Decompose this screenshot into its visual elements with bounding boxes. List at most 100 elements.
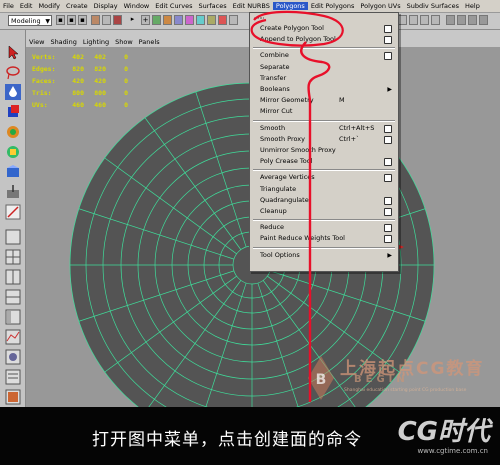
polygons-menu: Create Polygon Tool Append to Polygon Too… (249, 12, 399, 272)
menu-separator (253, 119, 395, 122)
scale-tool-icon[interactable] (5, 144, 21, 160)
render-settings-icon[interactable] (468, 15, 477, 25)
menu-surfaces[interactable]: Surfaces (195, 2, 229, 10)
menu-create[interactable]: Create (63, 2, 91, 10)
menu-item-unmirror-smooth-proxy[interactable]: Unmirror Smooth Proxy (250, 145, 398, 156)
menu-edit-curves[interactable]: Edit Curves (152, 2, 195, 10)
four-pane-layout-icon[interactable] (5, 249, 21, 265)
hypershade-layout-icon[interactable] (5, 349, 21, 365)
deform-mask-icon[interactable] (196, 15, 205, 25)
menu-window[interactable]: Window (121, 2, 153, 10)
stacked-layout-icon[interactable] (5, 289, 21, 305)
viewport-menu-show[interactable]: Show (112, 38, 136, 46)
select-arrow-icon[interactable] (5, 44, 21, 60)
show-hide-channel-icon[interactable] (479, 15, 488, 25)
menu-item-smooth[interactable]: Smooth Ctrl+Alt+S (250, 123, 398, 134)
menu-item-paint-reduce-weights-tool[interactable]: Paint Reduce Weights Tool (250, 233, 398, 244)
option-box-icon[interactable] (384, 36, 392, 45)
move-tool-icon[interactable] (5, 104, 21, 120)
menu-item-transfer[interactable]: Transfer (250, 73, 398, 84)
submenu-arrow-icon: ▶ (387, 251, 392, 259)
menu-item-mirror-cut[interactable]: Mirror Cut (250, 106, 398, 117)
menu-item-triangulate[interactable]: Triangulate (250, 184, 398, 195)
menu-item-smooth-proxy[interactable]: Smooth Proxy Ctrl+` (250, 134, 398, 145)
menu-item-quadrangulate[interactable]: Quadrangulate (250, 195, 398, 206)
paint-select-icon[interactable] (5, 84, 21, 100)
viewport-menu-view[interactable]: View (26, 38, 47, 46)
menu-item-poly-crease-tool[interactable]: Poly Crease Tool (250, 156, 398, 167)
menu-edit-polygons[interactable]: Edit Polygons (308, 2, 358, 10)
lasso-icon[interactable] (5, 64, 21, 80)
misc-mask-icon[interactable] (229, 15, 238, 25)
single-pane-layout-icon[interactable] (5, 229, 21, 245)
option-box-icon[interactable] (384, 135, 392, 144)
menu-subdiv-surfaces[interactable]: Subdiv Surfaces (404, 2, 462, 10)
snap-curve-icon[interactable] (409, 15, 418, 25)
select-object-icon[interactable] (102, 15, 111, 25)
menu-item-booleans[interactable]: Booleans ▶ (250, 84, 398, 95)
viewport-menu-lighting[interactable]: Lighting (80, 38, 112, 46)
option-box-icon[interactable] (384, 158, 392, 167)
menu-item-cleanup[interactable]: Cleanup (250, 206, 398, 217)
select-hierarchy-icon[interactable] (91, 15, 100, 25)
menu-modify[interactable]: Modify (35, 2, 63, 10)
soft-mod-icon[interactable] (5, 184, 21, 200)
rotate-tool-icon[interactable] (5, 124, 21, 140)
menu-set-select[interactable]: Modeling ▼ (8, 15, 52, 26)
open-icon[interactable]: ▪ (78, 15, 87, 25)
curve-mask-icon[interactable] (174, 15, 183, 25)
hud-row: Verts: 402 402 0 (32, 51, 128, 63)
snap-plane-icon[interactable] (431, 15, 440, 25)
render-mask-icon[interactable] (218, 15, 227, 25)
option-box-icon[interactable] (384, 174, 392, 183)
graph-layout-icon[interactable] (5, 329, 21, 345)
menu-item-reduce[interactable]: Reduce (250, 222, 398, 233)
hud-row: Tris: 800 800 0 (32, 87, 128, 99)
viewport-menu-shading[interactable]: Shading (47, 38, 79, 46)
menu-edit[interactable]: Edit (17, 2, 36, 10)
menu-item-label: Smooth (260, 123, 286, 132)
menu-file[interactable]: File (0, 2, 17, 10)
snap-grid-icon[interactable] (398, 15, 407, 25)
dynamics-mask-icon[interactable] (207, 15, 216, 25)
outliner-layout-icon[interactable] (5, 309, 21, 325)
object-mask-icon[interactable] (152, 15, 161, 25)
menu-item-separate[interactable]: Separate (250, 62, 398, 73)
select-component-icon[interactable] (113, 15, 122, 25)
menu-item-append-to-polygon-tool[interactable]: Append to Polygon Tool (250, 34, 398, 45)
viewport-menu-panels[interactable]: Panels (136, 38, 163, 46)
option-box-icon[interactable] (384, 224, 392, 233)
option-box-icon[interactable] (384, 52, 392, 61)
menu-display[interactable]: Display (91, 2, 121, 10)
script-layout-icon[interactable] (5, 369, 21, 385)
option-box-icon[interactable] (384, 25, 392, 33)
save-icon[interactable]: ▪ (67, 15, 76, 25)
render-icon[interactable] (446, 15, 455, 25)
option-box-icon[interactable] (384, 235, 392, 244)
option-box-icon[interactable] (384, 124, 392, 133)
tear-off-icon[interactable] (254, 14, 264, 22)
menu-help[interactable]: Help (462, 2, 483, 10)
render-view-layout-icon[interactable] (5, 389, 21, 405)
folder-icon[interactable]: ▪ (56, 15, 65, 25)
option-box-icon[interactable] (384, 208, 392, 216)
surface-mask-icon[interactable] (185, 15, 194, 25)
side-by-side-layout-icon[interactable] (5, 269, 21, 285)
menu-item-create-polygon-tool[interactable]: Create Polygon Tool (250, 23, 398, 34)
hud-b: 460 (94, 101, 106, 109)
menu-polygons[interactable]: Polygons (272, 2, 308, 10)
camera-mask-icon[interactable] (163, 15, 172, 25)
ipr-render-icon[interactable] (457, 15, 466, 25)
menu-edit-nurbs[interactable]: Edit NURBS (230, 2, 273, 10)
manipulator-icon[interactable] (5, 164, 21, 180)
add-icon[interactable]: + (141, 15, 150, 25)
hud-a: 420 (72, 77, 84, 85)
show-manipulator-icon[interactable] (5, 204, 21, 220)
menu-polygon-uvs[interactable]: Polygon UVs (357, 2, 403, 10)
menu-item-mirror-geometry[interactable]: Mirror Geometry M (250, 95, 398, 106)
option-box-icon[interactable] (384, 196, 392, 205)
snap-point-icon[interactable] (420, 15, 429, 25)
menu-item-tool-options[interactable]: Tool Options ▶ (250, 250, 398, 261)
menu-item-combine[interactable]: Combine (250, 50, 398, 61)
menu-item-average-vertices[interactable]: Average Vertices (250, 172, 398, 183)
